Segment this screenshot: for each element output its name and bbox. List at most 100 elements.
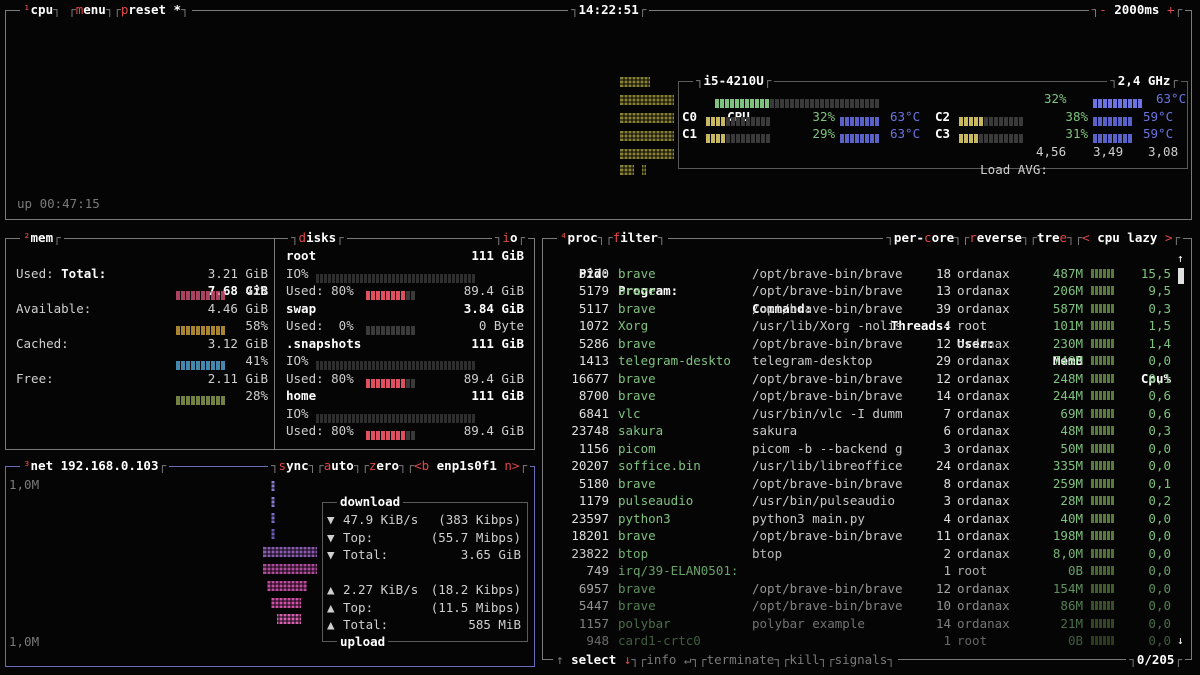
process-row[interactable]: 8700 brave/opt/brave-bin/brave 14 ordanax 24… xyxy=(543,387,1191,405)
process-row[interactable]: 20207 soffice.bin/usr/lib/libreoffice 24 or… xyxy=(543,457,1191,475)
info-button[interactable]: info xyxy=(646,652,676,667)
process-pid: 23597 xyxy=(571,510,609,526)
signals-button[interactable]: signals xyxy=(835,652,888,667)
tree-toggle[interactable]: tree xyxy=(1037,230,1067,245)
process-cpu: 0,0 xyxy=(1148,458,1171,473)
bar-segment xyxy=(1103,373,1106,383)
terminate-button[interactable]: terminate xyxy=(707,652,775,667)
process-row[interactable]: 1072 Xorg/usr/lib/Xorg -nolis 4 root 101M 1,5 xyxy=(543,317,1191,335)
bar-segment xyxy=(1009,134,1013,143)
bar-segment xyxy=(1093,99,1097,108)
bar-segment xyxy=(735,99,739,108)
mem-tab[interactable]: mem xyxy=(31,230,54,245)
process-threads: 6 xyxy=(943,423,951,438)
net-zero-button[interactable]: zero xyxy=(369,458,399,473)
menu-button[interactable]: menu xyxy=(76,2,106,17)
process-pid: 5270 xyxy=(578,265,609,281)
sort-prev-button[interactable]: < xyxy=(1082,230,1090,245)
mem-panel-title: ²mem┌ xyxy=(20,230,64,246)
net-arrow-icon: ▲ xyxy=(327,599,335,615)
reverse-toggle[interactable]: reverse xyxy=(969,230,1022,245)
select-button[interactable]: select xyxy=(571,652,616,667)
bar-segment xyxy=(1099,268,1102,278)
bar-segment xyxy=(1091,583,1094,593)
preset-button[interactable]: preset * xyxy=(121,2,181,17)
bar-segment xyxy=(1107,636,1110,645)
process-row[interactable]: 6957 brave/opt/brave-bin/brave 12 ordanax 15… xyxy=(543,580,1191,598)
process-pid: 5180 xyxy=(578,475,609,491)
process-threads: 14 xyxy=(935,615,951,631)
process-threads: 14 xyxy=(935,388,951,403)
bar-segment xyxy=(855,134,859,143)
net-arrow-icon: ▼ xyxy=(327,512,335,527)
process-row[interactable]: 1156 picom picom -b --backend g 3 ordanax 50M… xyxy=(543,440,1191,458)
scroll-down-arrow[interactable]: ↓ xyxy=(1177,632,1184,650)
bar-segment xyxy=(1103,461,1106,470)
process-row[interactable]: 5180 brave/opt/brave-bin/brave 8 ordanax 259… xyxy=(543,475,1191,493)
cpu-frequency: ┐2,4 GHz┌ xyxy=(1107,73,1181,89)
net-prev-iface-button[interactable]: <b xyxy=(414,458,429,473)
process-row[interactable]: 5179 brave/opt/brave-bin/brave 13 ordanax 20… xyxy=(543,282,1191,300)
io-toggle[interactable]: ┐io┌ xyxy=(491,230,528,246)
process-row[interactable]: 948 card1-crtc0 1 root 0B 0,0 xyxy=(543,632,1191,650)
process-command: /usr/lib/libreoffice xyxy=(752,458,903,473)
net-sync-button[interactable]: sync xyxy=(279,458,309,473)
bar-segment xyxy=(1107,601,1110,610)
bar-segment xyxy=(1091,618,1094,628)
process-pid: 5117 xyxy=(578,300,609,316)
bar-segment xyxy=(1095,461,1098,470)
process-row[interactable]: 18201 brave/opt/brave-bin/brave 11 ordanax 1… xyxy=(543,527,1191,545)
process-row[interactable]: 16677 brave/opt/brave-bin/brave 12 ordanax 2… xyxy=(543,370,1191,388)
process-cpu: 15,5 xyxy=(1140,265,1171,281)
bar-segment xyxy=(1095,636,1098,645)
process-cpu: 0,0 xyxy=(1148,528,1171,543)
bar-segment xyxy=(1099,461,1102,470)
cpu-tab[interactable]: cpu xyxy=(31,2,54,17)
process-row[interactable]: 23597 python3 python3 main.py 4 ordanax 40M 0,… xyxy=(543,510,1191,528)
process-program: brave xyxy=(618,528,656,543)
bar-segment xyxy=(1103,566,1106,575)
scroll-up-arrow[interactable]: ↑ xyxy=(1177,250,1184,268)
process-row[interactable]: 5117 brave/opt/brave-bin/brave 39 ordanax 58… xyxy=(543,300,1191,318)
process-command: /opt/brave-bin/brave xyxy=(752,598,903,613)
per-core-toggle[interactable]: per-core xyxy=(894,230,954,245)
kill-button[interactable]: kill xyxy=(789,652,819,667)
bar-segment xyxy=(1099,303,1102,313)
process-row[interactable]: 5270 brave/opt/brave-bin/brave 18 ordanax 48… xyxy=(543,265,1191,283)
bar-segment xyxy=(711,134,715,143)
process-threads: 1 xyxy=(943,563,951,578)
sort-mode: cpu lazy xyxy=(1097,230,1158,245)
cpu-core-bar xyxy=(706,130,770,145)
process-row[interactable]: 1413 telegram-deskto telegram-desktop 29 ord… xyxy=(543,352,1191,370)
bar-segment xyxy=(1111,478,1114,488)
process-row[interactable]: 1157 polybar polybar example 14 ordanax 21M 0,… xyxy=(543,615,1191,633)
bar-segment xyxy=(211,396,215,405)
process-row[interactable]: 749 irq/39-ELAN0501: 1 root 0B 0,0 xyxy=(543,562,1191,580)
process-program: brave xyxy=(618,335,656,351)
bar-segment xyxy=(366,431,370,440)
process-row[interactable]: 1179 pulseaudio/usr/bin/pulseaudio 3 ordana… xyxy=(543,492,1191,510)
net-stat-label: 47.9 KiB/s xyxy=(343,512,419,527)
proc-tab[interactable]: proc xyxy=(568,230,598,245)
process-mem: 587M xyxy=(1052,300,1083,316)
process-row[interactable]: 5286 brave/opt/brave-bin/brave 12 ordanax 23… xyxy=(543,335,1191,353)
net-auto-button[interactable]: auto xyxy=(324,458,354,473)
interval-decrease-button[interactable]: - xyxy=(1099,2,1107,17)
process-row[interactable]: 5447 brave/opt/brave-bin/brave 10 ordanax 86… xyxy=(543,597,1191,615)
load-avg-15: 3,08 xyxy=(1148,144,1179,159)
scroll-thumb[interactable] xyxy=(1178,268,1184,284)
process-row[interactable]: 23822 btop btop 2 ordanax 8,0M 0,0 xyxy=(543,545,1191,563)
process-row[interactable]: 6841 vlc/usr/bin/vlc -I dumm 7 ordanax 69M 0,… xyxy=(543,405,1191,423)
net-next-iface-button[interactable]: n> xyxy=(504,458,519,473)
disks-tab[interactable]: disks xyxy=(299,230,337,245)
process-row[interactable]: 23748 sakura sakura 6 ordanax 48M 0,3 xyxy=(543,422,1191,440)
bar-segment xyxy=(1107,443,1110,453)
bar-segment xyxy=(825,99,829,108)
bar-segment xyxy=(181,396,185,405)
process-scrollbar[interactable]: ↑ ↓ xyxy=(1177,250,1185,650)
process-program: brave xyxy=(618,475,656,491)
net-tab[interactable]: net xyxy=(31,458,54,473)
bar-segment xyxy=(186,396,190,405)
filter-button[interactable]: filter xyxy=(613,230,658,245)
bar-segment xyxy=(870,134,874,143)
